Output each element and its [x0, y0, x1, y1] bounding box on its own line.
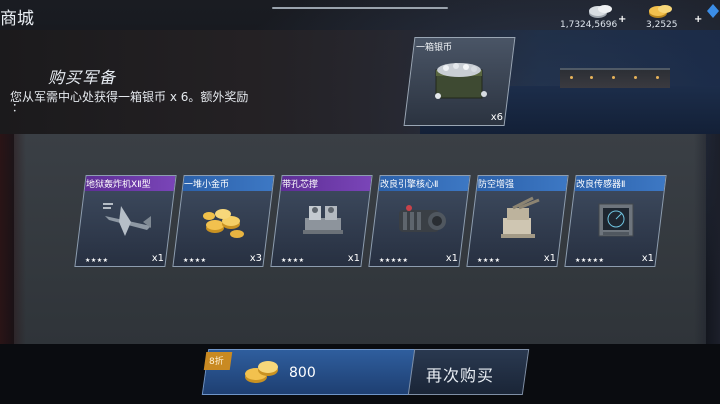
- item-card-bomber[interactable]: 地狱轰炸机ⅩⅡ型 ★★★★ x1: [74, 175, 177, 267]
- banner-title: 购买军备: [48, 68, 117, 87]
- gold-amount: 3,2525: [646, 20, 678, 30]
- discount-label: 8折: [209, 357, 224, 367]
- item-name: 防空增强: [478, 180, 515, 190]
- item-card-anti-air[interactable]: 防空增强 ★★★★ x1: [466, 175, 569, 267]
- add-gold-icon[interactable]: +: [694, 14, 702, 25]
- engine-core-icon: [399, 205, 446, 232]
- gold-coin-icon: [245, 361, 278, 383]
- item-quantity: x1: [347, 253, 360, 264]
- panel-edge-right: [694, 134, 720, 344]
- banner-continuation: ：: [12, 101, 23, 114]
- silver-coin-icon: [589, 5, 612, 18]
- item-stars: ★★★★: [477, 257, 501, 264]
- top-bar: 商城 1,7324,5696 + 3,2525 +: [0, 0, 720, 30]
- top-divider: [272, 7, 448, 9]
- item-quantity: x1: [543, 253, 556, 264]
- item-name: 改良引擎核心Ⅱ: [380, 180, 439, 190]
- bomber-plane-icon: [103, 203, 151, 236]
- gold-coins-icon: [203, 209, 244, 238]
- item-card-engine-core[interactable]: 改良引擎核心Ⅱ ★★★★★ x1: [368, 175, 471, 267]
- item-name: 改良传感器Ⅱ: [576, 180, 626, 190]
- item-name: 一堆小金币: [184, 180, 230, 190]
- reward-card[interactable]: 一箱银币 x6: [403, 37, 516, 126]
- item-quantity: x1: [641, 253, 654, 264]
- premium-currency[interactable]: [706, 2, 720, 32]
- item-stars: ★★★★: [85, 257, 109, 264]
- item-quantity: x1: [445, 253, 458, 264]
- banner-description: 您从军需中心处获得一箱银币 x 6。额外奖励: [10, 90, 249, 104]
- reward-name: 一箱银币: [416, 43, 453, 53]
- silver-amount: 1,7324,5696: [560, 20, 618, 30]
- ship-silhouette: [560, 68, 670, 88]
- gold-currency[interactable]: 3,2525 +: [646, 2, 706, 32]
- page-title: 商城: [0, 9, 34, 29]
- add-silver-icon[interactable]: +: [618, 14, 626, 25]
- item-name: 地狱轰炸机ⅩⅡ型: [86, 180, 151, 190]
- silver-currency[interactable]: 1,7324,5696 +: [560, 2, 630, 32]
- item-quantity: x3: [249, 253, 262, 264]
- item-quantity: x1: [151, 253, 164, 264]
- item-stars: ★★★★: [281, 257, 305, 264]
- item-card-radar-sensor[interactable]: 改良传感器Ⅱ ★★★★★ x1: [564, 175, 667, 267]
- item-stars: ★★★★★: [379, 257, 409, 264]
- item-card-gold-coins[interactable]: 一堆小金币 ★★★★ x3: [172, 175, 275, 267]
- item-stars: ★★★★★: [575, 257, 605, 264]
- chaplet-part-icon: [303, 206, 343, 234]
- anti-air-gun-icon: [501, 196, 540, 238]
- gold-coin-icon: [649, 5, 672, 18]
- buy-again-label: 再次购买: [426, 366, 495, 385]
- purchase-banner: 购买军备 您从军需中心处获得一箱银币 x 6。额外奖励 ：: [0, 30, 720, 134]
- reward-quantity: x6: [490, 112, 503, 123]
- panel-edge-left: [0, 134, 26, 344]
- radar-sensor-icon: [598, 203, 634, 237]
- price-value: 800: [289, 365, 316, 381]
- diamond-icon: [707, 4, 719, 18]
- item-name: 带孔芯撑: [282, 180, 319, 190]
- item-card-chaplet[interactable]: 带孔芯撑 ★★★★ x1: [270, 175, 373, 267]
- item-stars: ★★★★: [183, 257, 207, 264]
- silver-chest-icon: [435, 63, 487, 99]
